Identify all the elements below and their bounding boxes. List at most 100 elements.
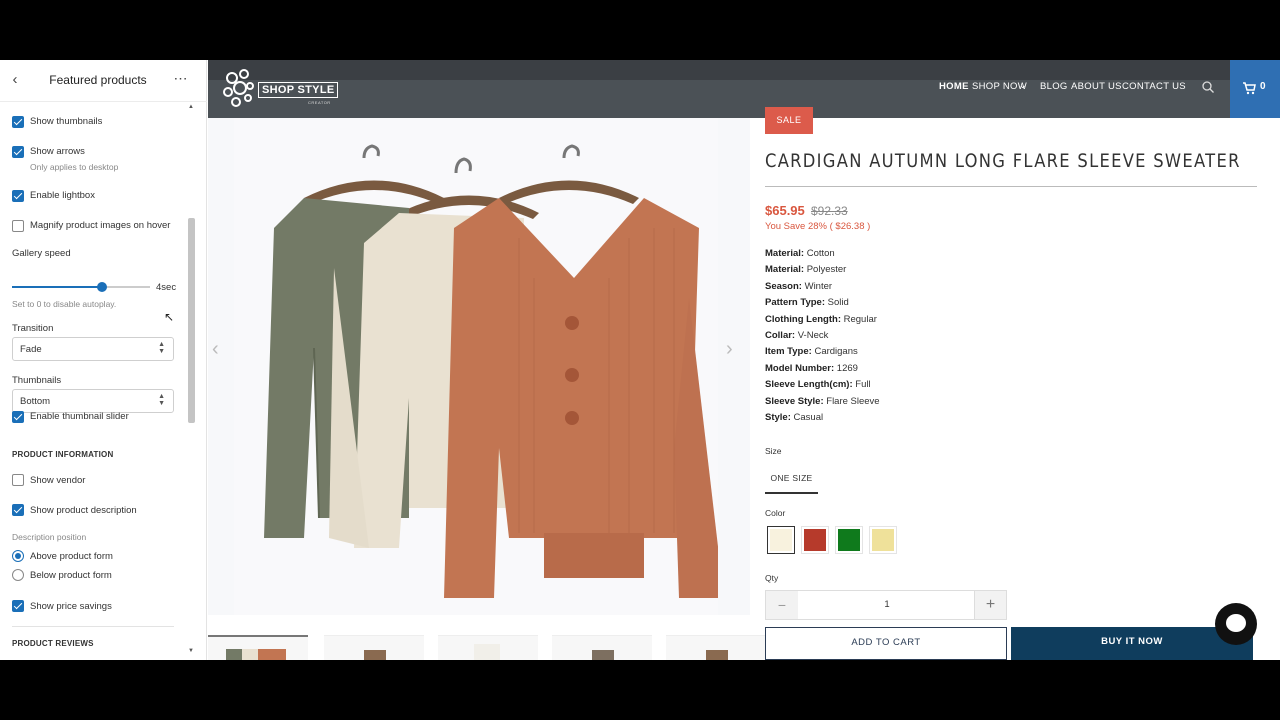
color-swatch[interactable] — [835, 526, 863, 554]
chevron-left-icon[interactable]: ‹ — [8, 71, 22, 89]
spec-key: Pattern Type: — [765, 297, 826, 309]
transition-select-value: Fade — [20, 344, 42, 355]
above-form-label: Above product form — [30, 551, 113, 562]
show-description-checkbox[interactable] — [12, 504, 24, 516]
above-form-radio[interactable] — [12, 550, 24, 562]
spec-key: Style: — [765, 412, 791, 423]
nav-contact-us[interactable]: CONTACT US — [1122, 81, 1186, 92]
sale-badge: SALE — [765, 107, 813, 134]
thumbnail-item[interactable] — [666, 635, 766, 660]
title-divider — [765, 186, 1257, 187]
sidebar-settings: Show thumbnails Show arrows Only applies… — [0, 102, 186, 660]
nav-blog[interactable]: BLOG — [1040, 81, 1068, 92]
transition-label: Transition — [12, 323, 54, 334]
thumbnail-strip — [208, 635, 766, 660]
scrollbar-thumb[interactable] — [188, 218, 195, 423]
logo-text: SHOP STYLE — [258, 82, 339, 98]
spec-row: Sleeve Style: Flare Sleeve — [765, 396, 880, 407]
spec-key: Material: — [765, 248, 805, 259]
thumbnail-item[interactable] — [438, 635, 538, 660]
show-vendor-checkbox[interactable] — [12, 474, 24, 486]
thumbnail-image — [592, 650, 614, 660]
color-swatch[interactable] — [801, 526, 829, 554]
show-arrows-hint: Only applies to desktop — [30, 162, 119, 172]
thumbnail-image — [474, 644, 500, 660]
product-reviews-heading: PRODUCT REVIEWS — [12, 639, 94, 648]
thumbnail-image — [226, 649, 286, 660]
show-price-savings-checkbox[interactable] — [12, 600, 24, 612]
spec-value: Flare Sleeve — [823, 395, 880, 407]
search-icon[interactable] — [1201, 80, 1215, 94]
nav-about-us[interactable]: ABOUT US — [1071, 81, 1122, 92]
spec-key: Sleeve Length(cm): — [765, 379, 853, 391]
savings-text: You Save 28% ( $26.38 ) — [765, 221, 871, 232]
gallery-speed-label: Gallery speed — [12, 248, 71, 259]
show-price-savings-label: Show price savings — [30, 601, 112, 612]
spec-value: Full — [852, 379, 871, 391]
thumbnail-slider-checkbox[interactable] — [12, 411, 24, 423]
below-form-radio[interactable] — [12, 569, 24, 581]
qty-label: Qty — [765, 573, 779, 583]
scroll-down-icon[interactable]: ▼ — [188, 648, 194, 654]
more-horizontal-icon[interactable]: ⋯ — [171, 70, 191, 88]
size-label: Size — [765, 446, 782, 456]
enable-lightbox-label: Enable lightbox — [30, 190, 95, 201]
sidebar-scrollbar[interactable]: ▲ ▼ — [186, 102, 198, 660]
spec-key: Sleeve Style: — [765, 395, 824, 407]
enable-lightbox-checkbox[interactable] — [12, 190, 24, 202]
store-header: SHOP STYLE CREATOR HOME SHOP NOW ⌄ BLOG … — [208, 60, 1280, 118]
product-price: $65.95 — [765, 203, 805, 218]
spec-row: Material: Cotton — [765, 248, 835, 259]
product-image[interactable] — [234, 118, 718, 615]
compare-at-price: $92.33 — [811, 204, 848, 218]
select-arrows-icon: ▲ ▼ — [158, 393, 165, 407]
thumbnail-item[interactable] — [324, 635, 424, 660]
spec-value: 1269 — [834, 362, 858, 374]
thumbnail-image — [706, 650, 728, 660]
select-arrows-icon: ▲ ▼ — [158, 341, 165, 355]
cart-count: 0 — [1260, 81, 1266, 92]
sidebar-title: Featured products — [49, 73, 147, 87]
show-description-label: Show product description — [30, 505, 137, 516]
add-to-cart-button[interactable]: ADD TO CART — [765, 627, 1007, 660]
cart-icon — [1243, 82, 1256, 95]
thumbnails-select-value: Bottom — [20, 396, 51, 407]
spec-value: Casual — [790, 412, 824, 423]
thumbnail-item[interactable] — [552, 635, 652, 660]
spec-key: Model Number: — [765, 362, 835, 374]
thumbnails-select[interactable]: Bottom ▲ ▼ — [12, 389, 174, 413]
show-thumbnails-checkbox[interactable] — [12, 116, 24, 128]
spec-value: Cardigans — [811, 346, 858, 358]
qty-plus-button[interactable]: + — [974, 591, 1006, 619]
spec-value: Cotton — [804, 248, 835, 259]
gallery-prev-arrow-icon[interactable]: ‹ — [212, 338, 219, 361]
show-arrows-checkbox[interactable] — [12, 146, 24, 158]
spec-row: Model Number: 1269 — [765, 363, 858, 374]
qty-minus-button[interactable]: − — [766, 591, 798, 619]
chevron-down-icon[interactable]: ⌄ — [1019, 80, 1027, 91]
store-logo[interactable]: SHOP STYLE CREATOR — [220, 66, 360, 110]
mouse-pointer-icon: ↖ — [164, 310, 175, 324]
spec-value: Winter — [801, 280, 833, 292]
scroll-up-icon[interactable]: ▲ — [188, 104, 194, 110]
nav-home[interactable]: HOME — [939, 81, 969, 92]
gallery-next-arrow-icon[interactable]: › — [726, 338, 733, 361]
transition-select[interactable]: Fade ▲ ▼ — [12, 337, 174, 361]
chat-icon[interactable] — [1215, 603, 1257, 645]
gallery-speed-slider-handle[interactable] — [96, 282, 107, 292]
logo-mark-icon — [223, 69, 254, 107]
section-divider — [12, 626, 174, 627]
spec-row: Pattern Type: Solid — [765, 297, 849, 308]
qty-input[interactable]: 1 — [798, 591, 976, 619]
cart-button[interactable]: 0 — [1230, 60, 1280, 118]
color-swatch[interactable] — [767, 526, 795, 554]
magnify-label: Magnify product images on hover — [30, 220, 171, 231]
color-swatch[interactable] — [869, 526, 897, 554]
spec-row: Material: Polyester — [765, 264, 846, 275]
magnify-checkbox[interactable] — [12, 220, 24, 232]
logo-subtext: CREATOR — [308, 100, 331, 105]
size-option-button[interactable]: ONE SIZE — [765, 462, 818, 494]
thumbnail-item[interactable] — [208, 635, 308, 660]
product-information-heading: PRODUCT INFORMATION — [12, 450, 114, 459]
below-form-label: Below product form — [30, 570, 112, 581]
